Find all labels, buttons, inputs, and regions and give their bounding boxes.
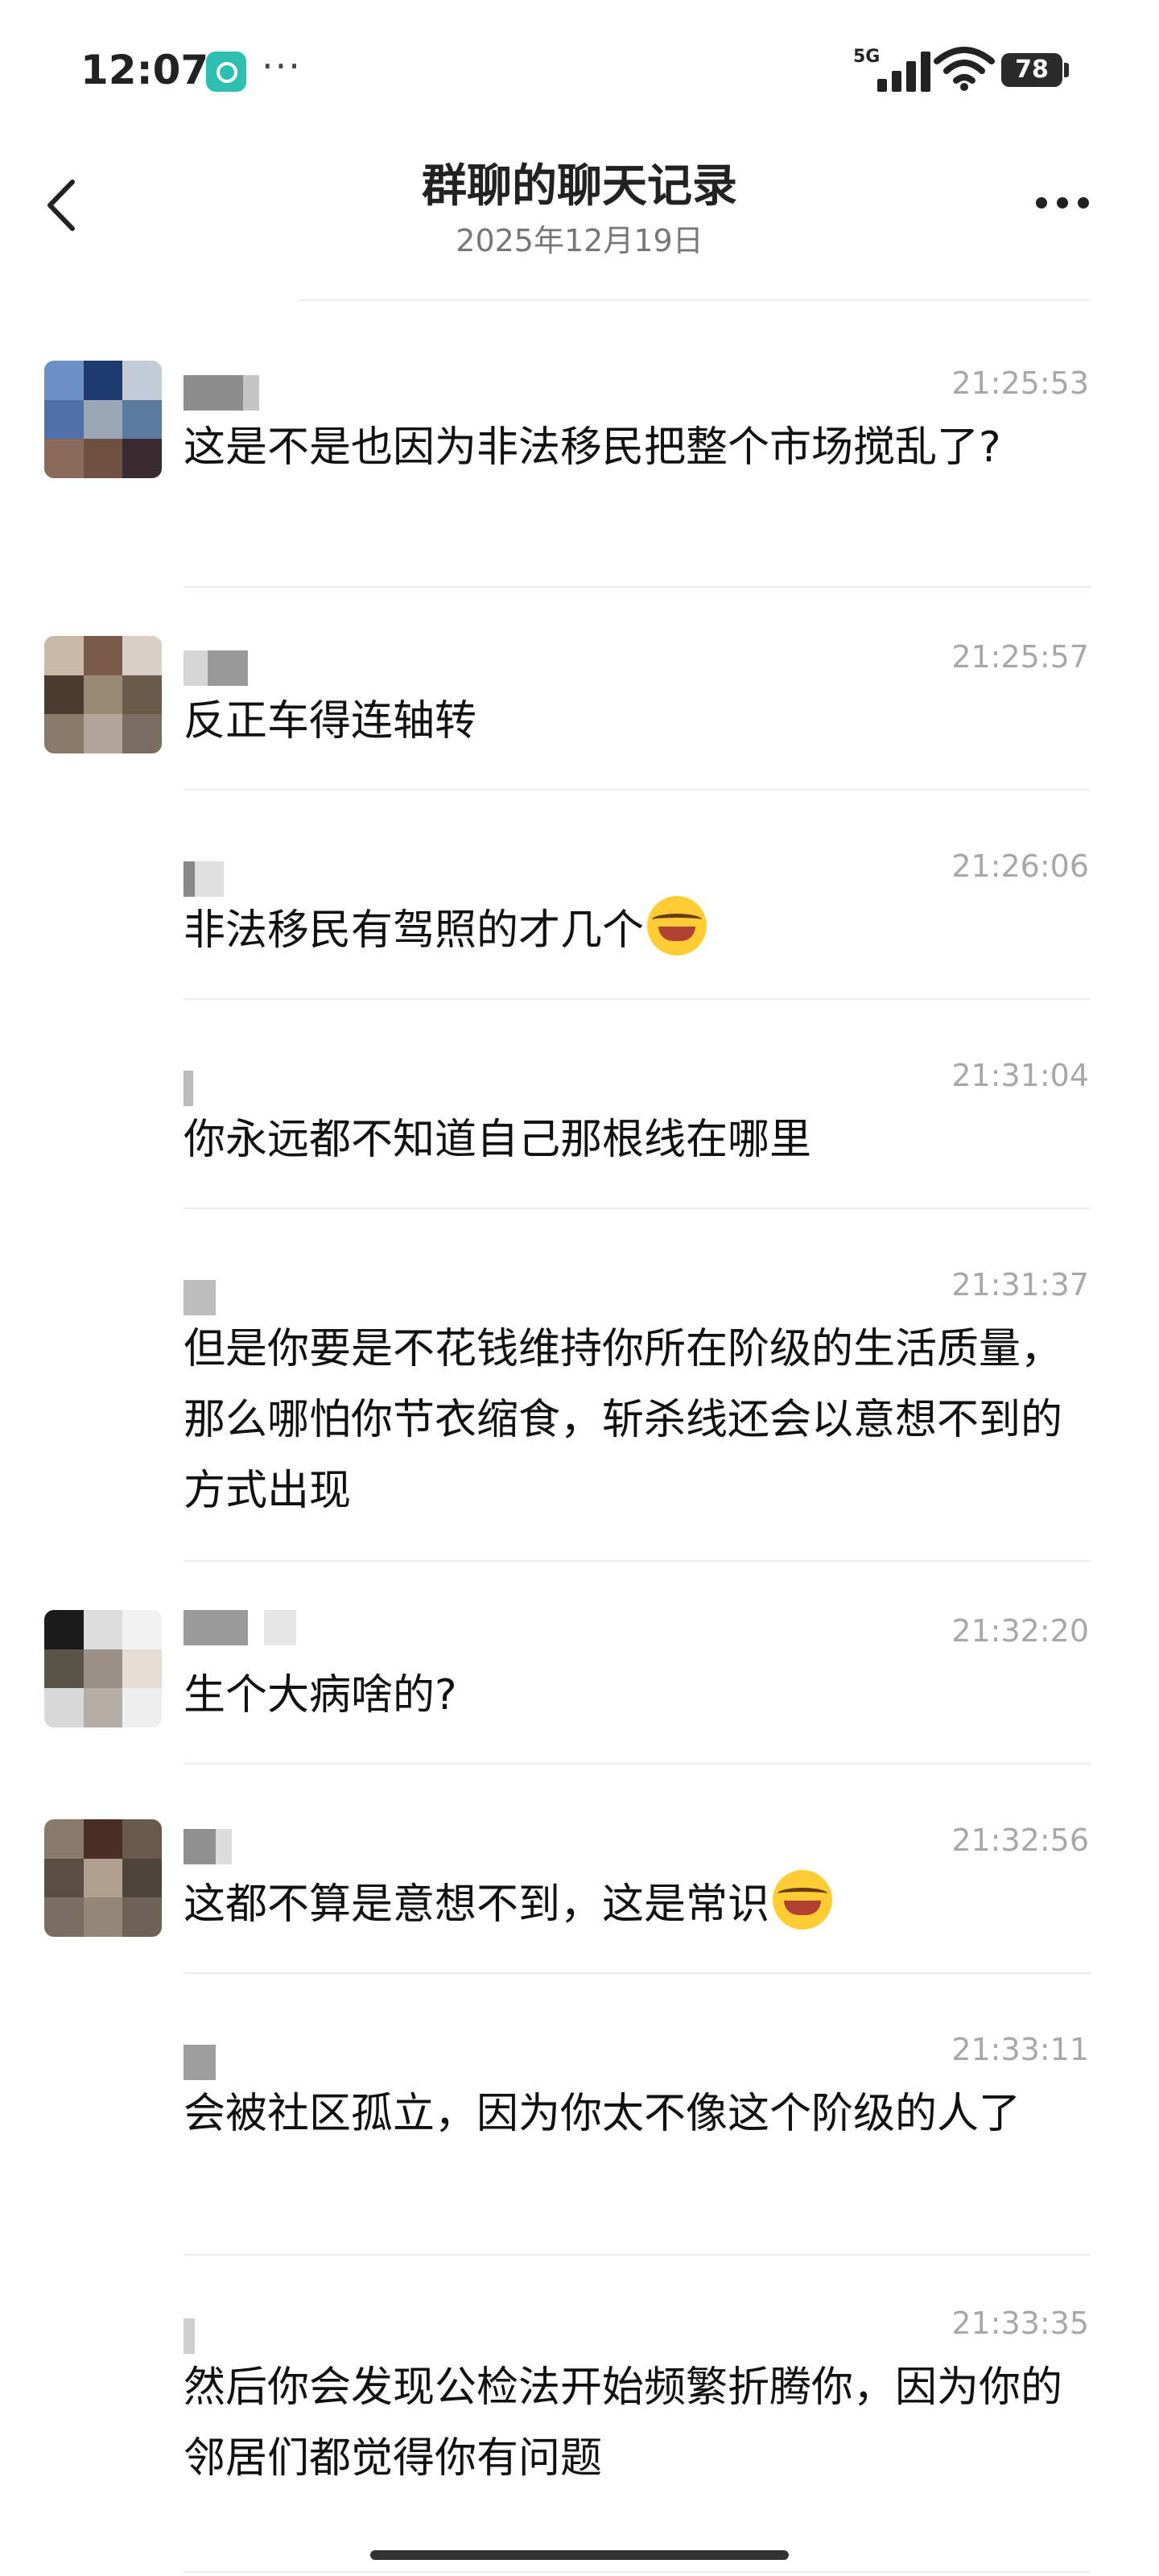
message-timestamp: 21:32:56 [951,1823,1089,1858]
avatar-mosaic-tile [122,675,162,715]
more-options-icon[interactable] [1030,187,1095,219]
avatar-mosaic-tile [83,714,123,753]
page-title: 群聊的聊天记录 [422,160,737,213]
avatar-mosaic-tile [122,361,162,400]
message-text: 这是不是也因为非法移民把整个市场搅乱了? [184,423,1001,472]
sender-name-redacted [184,1071,193,1106]
avatar-mosaic-tile [44,361,84,400]
avatar-mosaic-tile [83,439,123,478]
divider [184,586,1091,588]
avatar-mosaic-tile [83,1858,123,1898]
avatar-mosaic-tile [122,1649,162,1689]
message-text: 这都不算是意想不到，这是常识 [184,1869,1093,1940]
wifi-icon [934,47,995,91]
avatar-mosaic-tile [83,1610,123,1649]
avatar[interactable] [44,1610,162,1728]
message-timestamp: 21:33:35 [951,2306,1089,2341]
sender-name-redacted [184,1829,232,1864]
sender-name-redacted [184,375,259,411]
crying-emoji-icon [773,1870,833,1930]
message-text-content: 这都不算是意想不到，这是常识 [184,1880,770,1929]
avatar-mosaic-tile [83,675,123,715]
message-text: 会被社区孤立，因为你太不像这个阶级的人了 [184,2090,1021,2138]
avatar-mosaic-tile [44,1688,84,1728]
message-timestamp: 21:32:20 [951,1613,1089,1649]
message-timestamp: 21:31:04 [951,1058,1089,1093]
message-text: 你永远都不知道自己那根线在哪里 [184,1116,812,1164]
sender-name-redacted [184,1280,216,1315]
avatar-mosaic-tile [44,1649,84,1689]
message-timestamp: 21:25:53 [951,365,1089,401]
avatar-mosaic-tile [122,1610,162,1649]
avatar-mosaic-tile [44,1610,84,1649]
sender-name-redacted [184,2318,195,2354]
message-text: 生个大病啥的? [184,1671,457,1719]
avatar-mosaic-tile [44,1858,84,1898]
avatar-mosaic-tile [44,399,84,440]
laughing-tears-emoji-icon [647,896,707,956]
sender-name-redacted [184,650,248,686]
divider [184,1560,1091,1562]
avatar-mosaic-tile [122,1688,162,1728]
avatar-mosaic-tile [44,675,84,715]
avatar-mosaic-tile [83,1897,123,1937]
message-timestamp: 21:26:06 [951,848,1089,884]
message-timestamp: 21:31:37 [951,1267,1089,1302]
message-timestamp: 21:25:57 [951,639,1089,675]
avatar-mosaic-tile [44,439,84,478]
avatar-mosaic-tile [83,1688,123,1728]
divider [184,2254,1091,2256]
divider [184,789,1091,791]
sender-name-redacted [184,1610,296,1645]
avatar-mosaic-tile [122,1897,162,1937]
divider [298,299,1091,301]
status-bar: 12:07 ··· 5G 78 [0,0,1159,121]
sender-name-redacted [184,861,224,897]
avatar-mosaic-tile [122,399,162,440]
message-text: 然后你会发现公检法开始频繁折腾你，因为你的邻居们都觉得你有问题 [184,2363,1063,2483]
message-timestamp: 21:33:11 [951,2032,1089,2067]
avatar-mosaic-tile [83,1819,123,1859]
divider [184,1763,1091,1765]
avatar-mosaic-tile [122,636,162,675]
sender-name-redacted [184,2045,216,2080]
avatar-mosaic-tile [44,1897,84,1937]
avatar-mosaic-tile [83,1649,123,1689]
page-subtitle-date: 2025年12月19日 [456,223,703,258]
divider [184,1972,1091,1974]
avatar-mosaic-tile [122,439,162,478]
message-text-content: 非法移民有驾照的才几个 [184,906,645,955]
avatar-mosaic-tile [83,636,123,675]
avatar-mosaic-tile [44,714,84,753]
battery-icon: 78 [1001,53,1069,87]
divider [184,2571,1091,2573]
avatar-mosaic-tile [122,1858,162,1898]
avatar-mosaic-tile [122,1819,162,1859]
avatar-mosaic-tile [44,1819,84,1859]
avatar-mosaic-tile [83,361,123,400]
avatar-mosaic-tile [122,714,162,753]
avatar-mosaic-tile [83,399,123,440]
status-time: 12:07 [80,47,209,93]
divider [184,998,1091,1000]
divider [184,1208,1091,1209]
more-notifications-indicator: ··· [262,44,302,88]
app-notification-icon [206,52,246,92]
network-type: 5G [853,47,881,67]
home-indicator[interactable] [370,2550,789,2560]
message-text: 但是你要是不花钱维持你所在阶级的生活质量，那么哪怕你节衣缩食，斩杀线还会以意想不… [184,1325,1063,1515]
message-text: 非法移民有驾照的才几个 [184,895,1093,966]
message-text: 反正车得连轴转 [184,697,477,745]
avatar[interactable] [44,1819,162,1937]
avatar-mosaic-tile [44,636,84,675]
avatar[interactable] [44,361,162,478]
avatar[interactable] [44,636,162,753]
cellular-signal-icon: 5G [853,47,930,92]
